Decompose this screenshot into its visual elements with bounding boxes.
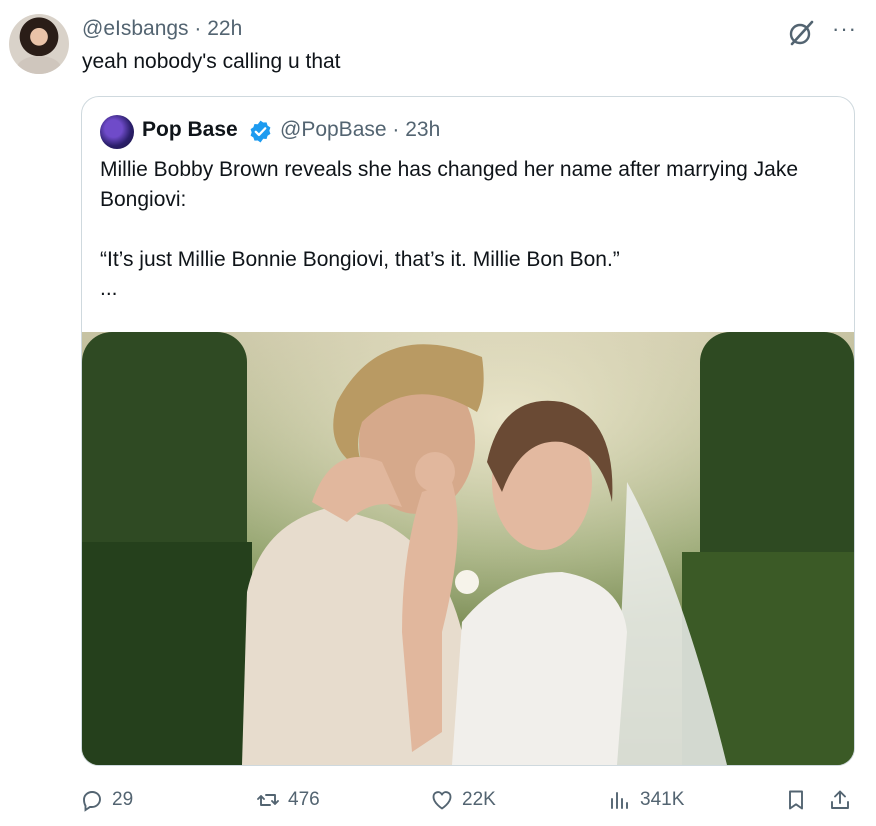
share-action[interactable] bbox=[828, 780, 852, 820]
quoted-truncation: ... bbox=[100, 277, 118, 300]
repost-count: 476 bbox=[288, 789, 320, 810]
quoted-tweet[interactable]: Pop Base @PopBase · 23h Millie Bobby Bro… bbox=[81, 96, 855, 766]
like-count: 22K bbox=[462, 789, 496, 810]
quoted-author-meta: @PopBase · 23h bbox=[280, 118, 440, 142]
repost-icon bbox=[257, 794, 279, 806]
reply-handle[interactable]: @eIsbangs bbox=[82, 17, 189, 40]
views-icon bbox=[611, 792, 628, 809]
like-action[interactable]: 22K bbox=[430, 780, 496, 820]
quoted-time: 23h bbox=[405, 118, 441, 141]
reply-time[interactable]: 22h bbox=[207, 17, 242, 40]
reply-count: 29 bbox=[112, 789, 134, 810]
bookmark-icon bbox=[789, 790, 803, 810]
heart-icon bbox=[432, 791, 452, 810]
bookmark-action[interactable] bbox=[784, 780, 808, 820]
quoted-handle: @PopBase bbox=[280, 118, 387, 141]
wedding-photo[interactable] bbox=[82, 332, 854, 765]
reply-action[interactable]: 29 bbox=[80, 780, 133, 820]
reply-icon bbox=[83, 791, 101, 812]
quoted-author-avatar bbox=[100, 115, 134, 149]
reply-text: yeah nobody's calling u that bbox=[82, 50, 341, 73]
quoted-text-line2: “It’s just Millie Bonnie Bongiovi, that’… bbox=[100, 248, 620, 271]
more-dots-icon[interactable]: ··· bbox=[832, 16, 857, 42]
grok-icon[interactable] bbox=[786, 18, 816, 48]
views-count: 341K bbox=[640, 789, 685, 810]
share-icon bbox=[831, 790, 849, 809]
action-bar: 29 476 22K 341K bbox=[0, 780, 876, 820]
reply-separator: · bbox=[194, 17, 202, 40]
quoted-text-line1: Millie Bobby Brown reveals she has chang… bbox=[100, 158, 799, 211]
repost-action[interactable]: 476 bbox=[256, 780, 320, 820]
reply-header: @eIsbangs · 22h bbox=[82, 17, 242, 41]
reply-author-avatar[interactable] bbox=[9, 14, 69, 74]
quoted-author-name: Pop Base bbox=[142, 118, 238, 141]
verified-badge-icon bbox=[250, 120, 271, 143]
quoted-separator: · bbox=[392, 118, 400, 141]
views-action[interactable]: 341K bbox=[608, 780, 684, 820]
quoted-text: Millie Bobby Brown reveals she has chang… bbox=[100, 155, 835, 275]
